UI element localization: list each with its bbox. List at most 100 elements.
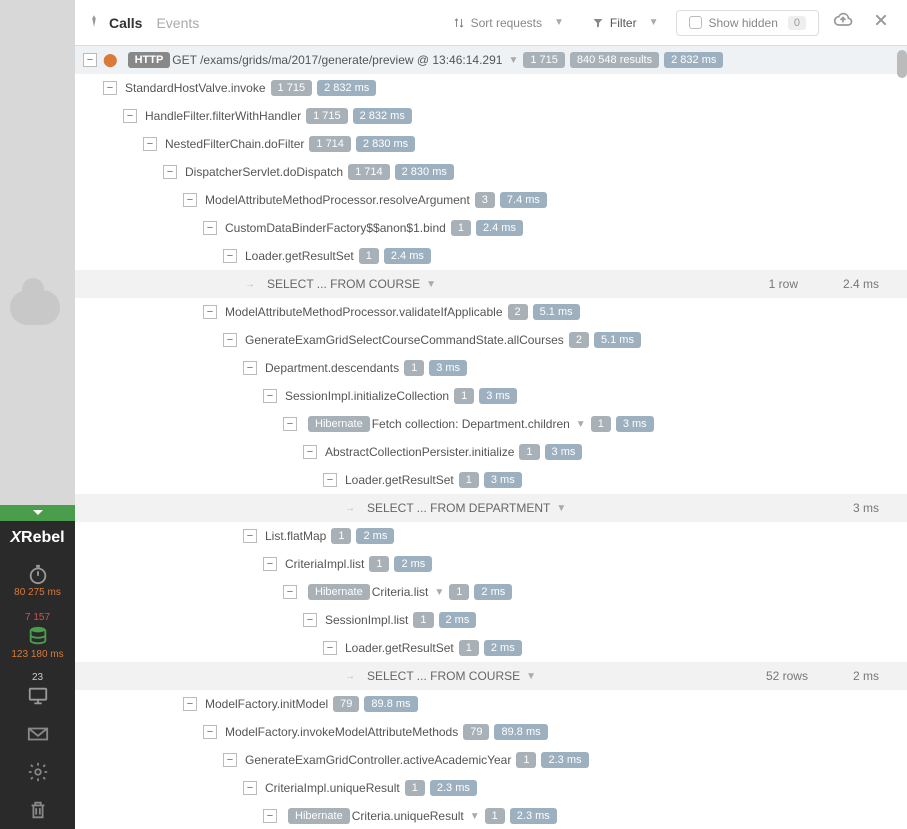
- row-label: CriteriaImpl.list: [285, 557, 364, 571]
- count-badge: 79: [463, 724, 489, 740]
- tree-row[interactable]: − Loader.getResultSet 1 3 ms: [75, 466, 907, 494]
- tree-row[interactable]: − CriteriaImpl.list 1 2 ms: [75, 550, 907, 578]
- toggle-icon[interactable]: −: [83, 53, 97, 67]
- toggle-icon[interactable]: −: [203, 221, 217, 235]
- tree-row[interactable]: − List.flatMap 1 2 ms: [75, 522, 907, 550]
- filter-icon: [592, 17, 604, 29]
- tree-row[interactable]: − ModelAttributeMethodProcessor.resolveA…: [75, 186, 907, 214]
- tree-row[interactable]: − CriteriaImpl.uniqueResult 1 2.3 ms: [75, 774, 907, 802]
- checkbox-icon: [689, 16, 702, 29]
- query-row[interactable]: → SELECT ... FROM DEPARTMENT ▼ 3 ms: [75, 494, 907, 522]
- toggle-icon[interactable]: −: [183, 193, 197, 207]
- toggle-icon[interactable]: −: [183, 697, 197, 711]
- sidebar-mail[interactable]: [0, 715, 75, 753]
- chevron-down-icon: ▼: [426, 279, 436, 290]
- count-badge: 1: [454, 388, 474, 404]
- row-label: Criteria.list: [372, 585, 429, 599]
- tree-row[interactable]: − ModelFactory.initModel 79 89.8 ms: [75, 690, 907, 718]
- tree-row[interactable]: − GenerateExamGridController.activeAcade…: [75, 746, 907, 774]
- sidebar-trash[interactable]: [0, 791, 75, 829]
- toggle-icon[interactable]: −: [243, 529, 257, 543]
- tree-row[interactable]: − Hibernate Criteria.uniqueResult ▼ 1 2.…: [75, 802, 907, 829]
- toggle-icon[interactable]: −: [203, 725, 217, 739]
- toggle-icon[interactable]: −: [263, 389, 277, 403]
- filter-button[interactable]: Filter ▼: [582, 12, 669, 34]
- row-label: StandardHostValve.invoke: [125, 81, 266, 95]
- time-badge: 2.3 ms: [541, 752, 588, 768]
- chevron-down-icon: ▼: [576, 419, 586, 430]
- tree-row[interactable]: − HandleFilter.filterWithHandler 1 715 2…: [75, 102, 907, 130]
- toggle-icon[interactable]: −: [103, 81, 117, 95]
- arrow-icon: →: [343, 501, 357, 515]
- toggle-icon[interactable]: −: [223, 753, 237, 767]
- timer-value: 80 275 ms: [5, 587, 70, 598]
- toggle-icon[interactable]: −: [323, 641, 337, 655]
- toggle-icon[interactable]: −: [203, 305, 217, 319]
- toggle-icon[interactable]: −: [223, 249, 237, 263]
- count-badge: 1 715: [306, 108, 348, 124]
- db-time: 123 180 ms: [5, 649, 70, 660]
- logo: XRebel: [0, 521, 75, 555]
- row-label: ModelAttributeMethodProcessor.validateIf…: [225, 305, 503, 319]
- tree-row-root[interactable]: − ⬤ HTTP GET /exams/grids/ma/2017/genera…: [75, 46, 907, 74]
- query-text: SELECT ... FROM COURSE: [367, 669, 520, 683]
- tab-events[interactable]: Events: [156, 15, 199, 31]
- count-badge: 1: [449, 584, 469, 600]
- toggle-icon[interactable]: −: [303, 613, 317, 627]
- time-badge: 3 ms: [545, 444, 583, 460]
- toggle-icon[interactable]: −: [283, 417, 297, 431]
- tree-row[interactable]: − StandardHostValve.invoke 1 715 2 832 m…: [75, 74, 907, 102]
- close-icon[interactable]: [867, 12, 895, 33]
- row-count: 52 rows: [766, 669, 808, 683]
- chevron-down-icon: ▼: [434, 587, 444, 598]
- toggle-icon[interactable]: −: [263, 557, 277, 571]
- pin-icon[interactable]: [87, 14, 101, 31]
- tree-row[interactable]: − SessionImpl.initializeCollection 1 3 m…: [75, 382, 907, 410]
- tree-row[interactable]: − ModelAttributeMethodProcessor.validate…: [75, 298, 907, 326]
- tree-row[interactable]: − GenerateExamGridSelectCourseCommandSta…: [75, 326, 907, 354]
- tree-row[interactable]: − Hibernate Criteria.list ▼ 1 2 ms: [75, 578, 907, 606]
- row-label: AbstractCollectionPersister.initialize: [325, 445, 514, 459]
- sidebar-io[interactable]: 23: [0, 666, 75, 715]
- toggle-icon[interactable]: −: [243, 361, 257, 375]
- results-badge: 840 548 results: [570, 52, 659, 68]
- tree-row[interactable]: − AbstractCollectionPersister.initialize…: [75, 438, 907, 466]
- toggle-icon[interactable]: −: [163, 165, 177, 179]
- count-badge: 1: [404, 360, 424, 376]
- tree-row[interactable]: − NestedFilterChain.doFilter 1 714 2 830…: [75, 130, 907, 158]
- toggle-icon[interactable]: −: [323, 473, 337, 487]
- toggle-icon[interactable]: −: [263, 809, 277, 823]
- cloud-upload-icon[interactable]: [827, 10, 859, 35]
- toggle-icon[interactable]: −: [223, 333, 237, 347]
- toggle-icon[interactable]: −: [283, 585, 297, 599]
- toggle-icon[interactable]: −: [143, 137, 157, 151]
- toggle-icon[interactable]: −: [303, 445, 317, 459]
- sidebar-timer[interactable]: 80 275 ms: [0, 555, 75, 604]
- scrollbar-thumb[interactable]: [897, 50, 907, 78]
- tree-row[interactable]: − Loader.getResultSet 1 2 ms: [75, 634, 907, 662]
- sidebar-database[interactable]: 7 157 123 180 ms: [0, 604, 75, 666]
- tree-row[interactable]: − DispatcherServlet.doDispatch 1 714 2 8…: [75, 158, 907, 186]
- tree-row[interactable]: − ModelFactory.invokeModelAttributeMetho…: [75, 718, 907, 746]
- call-tree: − ⬤ HTTP GET /exams/grids/ma/2017/genera…: [75, 46, 907, 829]
- tree-row[interactable]: − CustomDataBinderFactory$$anon$1.bind 1…: [75, 214, 907, 242]
- tree-row[interactable]: − Hibernate Fetch collection: Department…: [75, 410, 907, 438]
- collapse-button[interactable]: [0, 505, 75, 521]
- row-label: List.flatMap: [265, 529, 326, 543]
- toggle-icon[interactable]: −: [123, 109, 137, 123]
- query-row[interactable]: → SELECT ... FROM COURSE ▼ 52 rows 2 ms: [75, 662, 907, 690]
- time-badge: 3 ms: [429, 360, 467, 376]
- tab-calls[interactable]: Calls: [109, 15, 142, 31]
- sidebar-settings[interactable]: [0, 753, 75, 791]
- row-label: ModelAttributeMethodProcessor.resolveArg…: [205, 193, 470, 207]
- stopwatch-icon: [27, 563, 49, 585]
- toggle-icon[interactable]: −: [243, 781, 257, 795]
- tree-row[interactable]: − Department.descendants 1 3 ms: [75, 354, 907, 382]
- tree-row[interactable]: − SessionImpl.list 1 2 ms: [75, 606, 907, 634]
- sort-button[interactable]: Sort requests ▼: [443, 12, 574, 34]
- show-hidden-button[interactable]: Show hidden 0: [676, 10, 819, 36]
- monitor-icon: [27, 685, 49, 707]
- query-row[interactable]: → SELECT ... FROM COURSE ▼ 1 row 2.4 ms: [75, 270, 907, 298]
- tree-row[interactable]: − Loader.getResultSet 1 2.4 ms: [75, 242, 907, 270]
- count-badge: 1: [369, 556, 389, 572]
